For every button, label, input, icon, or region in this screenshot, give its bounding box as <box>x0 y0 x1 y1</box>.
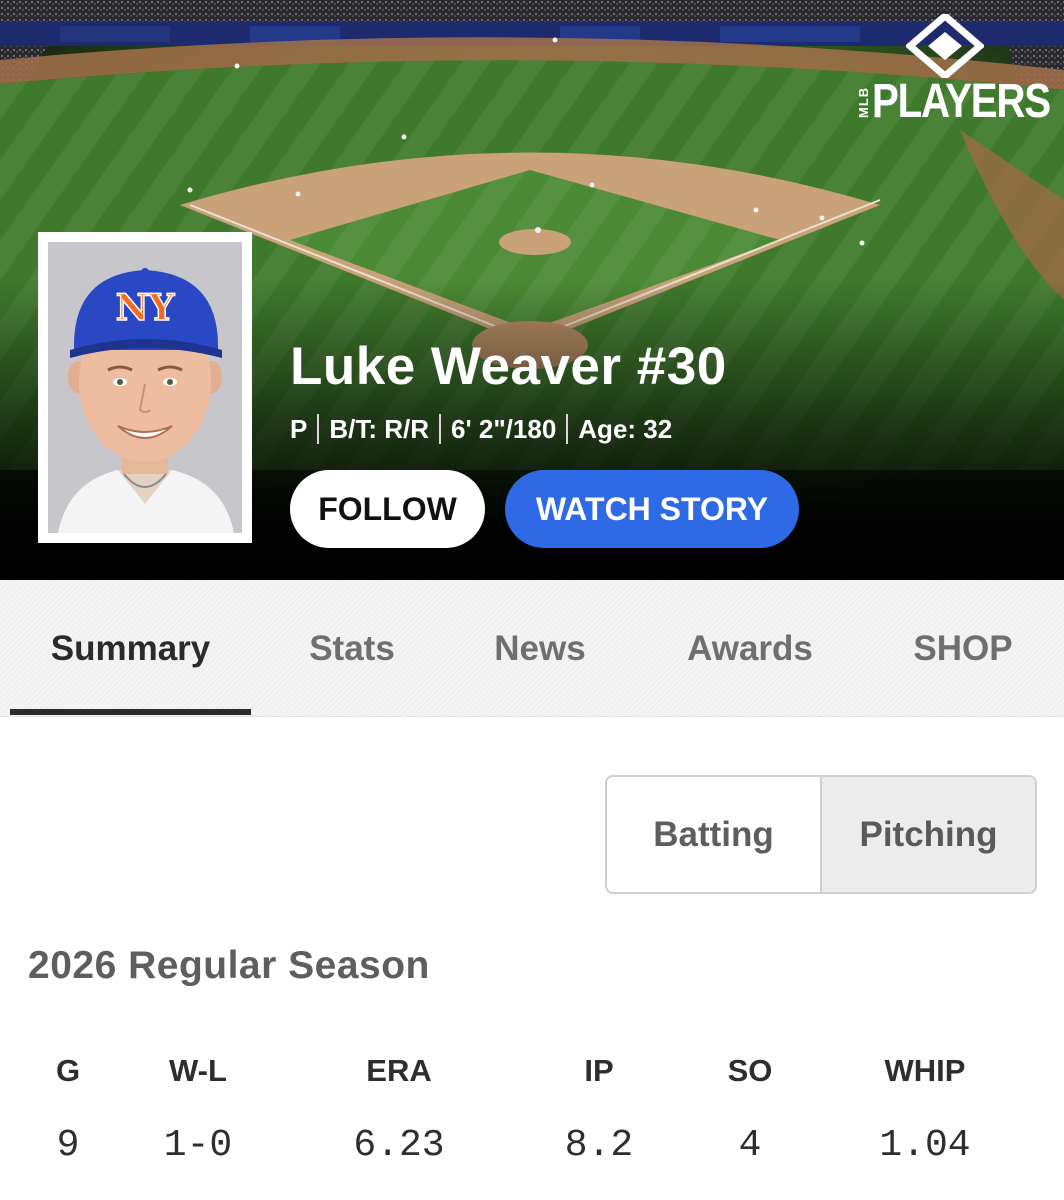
stat-header: G <box>55 1053 81 1088</box>
player-hero: MLB PLAYERS NY Luke Weaver #30 P B/T: R/… <box>0 0 1064 580</box>
stat-column-era: ERA 6.23 <box>339 1050 459 1168</box>
mlb-players-logo: MLB PLAYERS <box>846 14 1051 128</box>
meta-divider <box>566 414 569 444</box>
pitching-toggle-option[interactable]: Pitching <box>820 777 1035 892</box>
stat-column-wl: W-L 1-0 <box>138 1050 258 1168</box>
stat-column-g: G 9 <box>8 1050 128 1168</box>
player-bats-throws: B/T: R/R <box>329 413 430 444</box>
watch-story-button[interactable]: WATCH STORY <box>505 470 799 548</box>
players-wordmark: PLAYERS <box>872 75 1051 128</box>
player-info-line: P B/T: R/R 6' 2"/180 Age: 32 <box>290 412 672 446</box>
tab-shop[interactable]: SHOP <box>888 580 1038 717</box>
stat-column-so: SO 4 <box>690 1050 810 1168</box>
follow-button[interactable]: FOLLOW <box>290 470 485 548</box>
tab-summary[interactable]: Summary <box>10 580 251 717</box>
stat-header: W-L <box>169 1053 227 1088</box>
batting-toggle-option[interactable]: Batting <box>607 777 820 892</box>
stat-value: 1.04 <box>879 1124 971 1167</box>
stat-header: SO <box>727 1053 773 1088</box>
tab-stats[interactable]: Stats <box>282 580 422 717</box>
stat-value: 4 <box>738 1124 762 1167</box>
stat-type-toggle: Batting Pitching <box>605 775 1037 894</box>
cap-logo-text: NY <box>116 287 176 329</box>
mlb-wordmark: MLB <box>856 86 871 118</box>
stat-column-ip: IP 8.2 <box>539 1050 659 1168</box>
stat-value: 9 <box>56 1124 80 1167</box>
mlb-players-logo-icon <box>906 14 984 78</box>
stat-header: IP <box>584 1053 614 1088</box>
tab-awards[interactable]: Awards <box>660 580 840 717</box>
stat-column-whip: WHIP 1.04 <box>865 1050 985 1168</box>
stat-header: ERA <box>366 1053 432 1088</box>
tab-news[interactable]: News <box>470 580 610 717</box>
player-headshot: NY <box>48 242 242 533</box>
player-age: Age: 32 <box>578 413 673 444</box>
meta-divider <box>317 414 320 444</box>
stat-header: WHIP <box>884 1053 966 1088</box>
player-headshot-frame: NY <box>38 232 252 543</box>
stat-value: 8.2 <box>564 1124 634 1167</box>
meta-divider <box>439 414 442 444</box>
player-position: P <box>290 413 308 444</box>
ny-cap-logo-icon: NY <box>115 286 176 330</box>
player-portrait-image: NY <box>58 268 234 533</box>
player-height-weight: 6' 2"/180 <box>451 413 557 444</box>
player-tabs: Summary Stats News Awards SHOP <box>0 580 1064 717</box>
active-tab-indicator <box>10 709 251 715</box>
stat-value: 6.23 <box>353 1124 445 1167</box>
player-name: Luke Weaver #30 <box>290 337 727 396</box>
season-title: 2026 Regular Season <box>28 944 430 987</box>
stat-value: 1-0 <box>163 1124 233 1167</box>
